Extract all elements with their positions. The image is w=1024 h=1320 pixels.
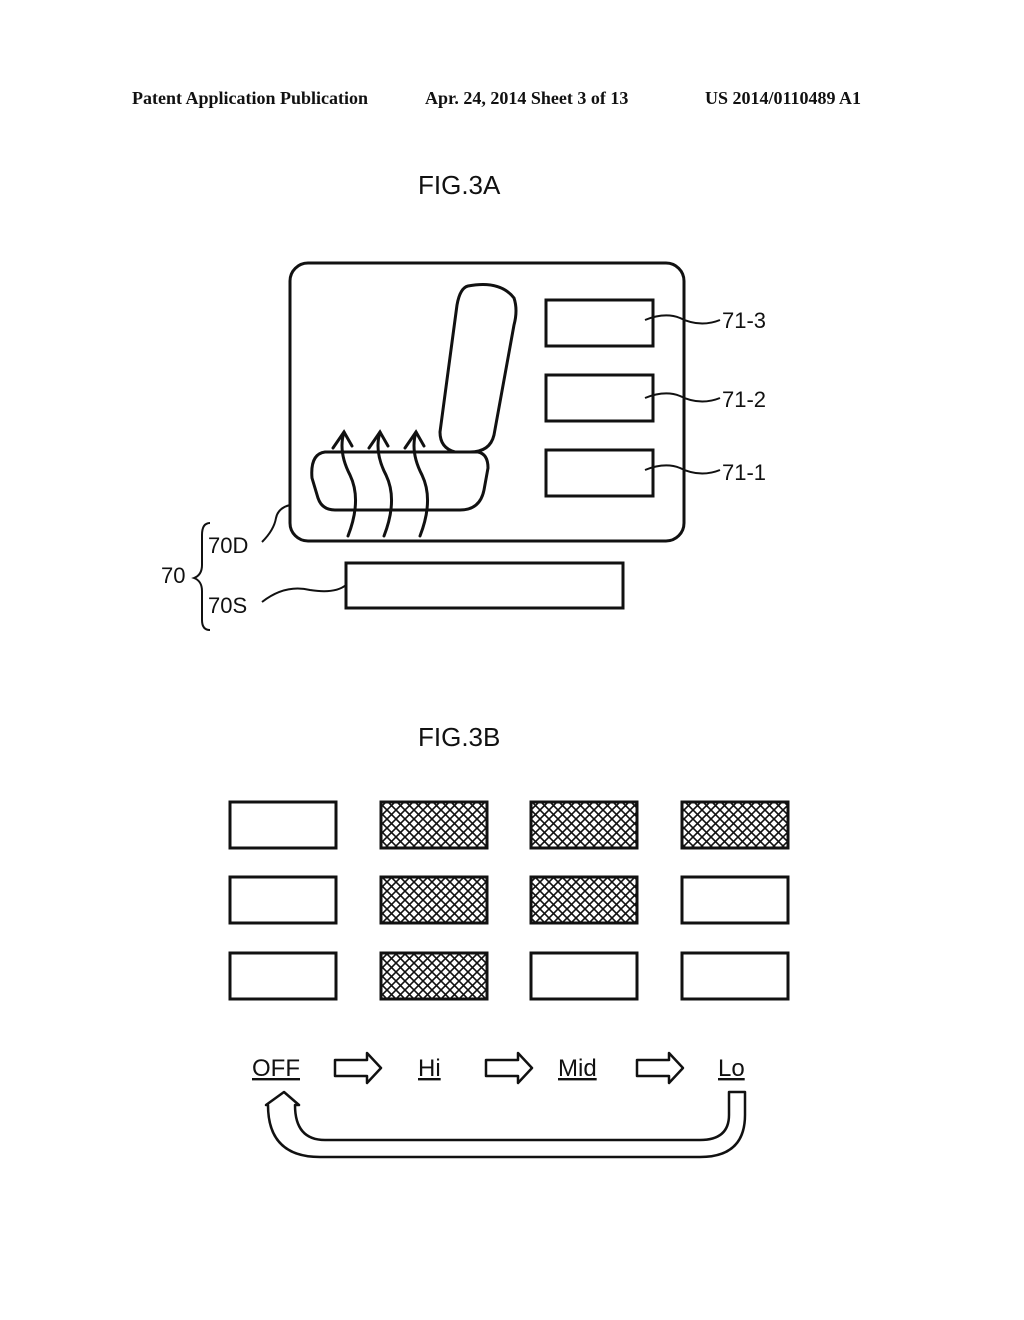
switch-71-3	[544, 298, 655, 348]
fig3a-diagram: 71-3 71-2 71-1 70D 70S 70	[161, 261, 766, 631]
switch-71-1	[544, 448, 655, 498]
label-70S: 70S	[208, 593, 247, 618]
indicator-off-71-3-off	[228, 800, 338, 850]
fig3b-indicator-grid	[228, 800, 790, 1001]
heat-wave-icon	[331, 429, 430, 538]
heat-wave-2	[376, 430, 394, 538]
heat-wave-3	[412, 430, 430, 538]
right-arrow-icon	[333, 1051, 383, 1085]
return-arrow-icon	[264, 1090, 747, 1159]
right-arrow-icon	[635, 1051, 685, 1085]
right-arrow-icon	[484, 1051, 534, 1085]
indicator-mid-71-1-off	[529, 951, 639, 1001]
switch-unit-70S	[344, 561, 625, 610]
indicator-hi-71-2-lit	[379, 875, 489, 925]
leader-70S	[261, 584, 347, 603]
indicator-lo-71-3-lit	[680, 800, 790, 850]
indicator-mid-71-2-lit	[529, 875, 639, 925]
seat-icon	[310, 283, 518, 512]
indicator-lo-71-2-off	[680, 875, 790, 925]
leader-70D	[261, 504, 291, 543]
label-71-3: 71-3	[722, 308, 766, 333]
state-label-off: OFF	[252, 1055, 300, 1082]
figure-drawing: 71-3 71-2 71-1 70D 70S 70 OFF Hi Mid Lo	[161, 261, 790, 1159]
indicator-lo-71-1-off	[680, 951, 790, 1001]
indicator-hi-71-1-lit	[379, 951, 489, 1001]
state-label-hi: Hi	[418, 1055, 441, 1082]
indicator-hi-71-3-lit	[379, 800, 489, 850]
indicator-mid-71-3-lit	[529, 800, 639, 850]
label-71-2: 71-2	[722, 387, 766, 412]
label-70D: 70D	[208, 533, 248, 558]
label-70: 70	[161, 563, 185, 588]
label-71-1: 71-1	[722, 460, 766, 485]
display-panel	[288, 261, 686, 543]
state-label-lo: Lo	[718, 1055, 745, 1082]
fig3b-state-sequence: OFF Hi Mid Lo	[252, 1051, 747, 1159]
indicator-off-71-1-off	[228, 951, 338, 1001]
state-label-mid: Mid	[558, 1055, 597, 1082]
switch-71-2	[544, 373, 655, 423]
indicator-off-71-2-off	[228, 875, 338, 925]
heat-wave-1	[340, 430, 358, 538]
